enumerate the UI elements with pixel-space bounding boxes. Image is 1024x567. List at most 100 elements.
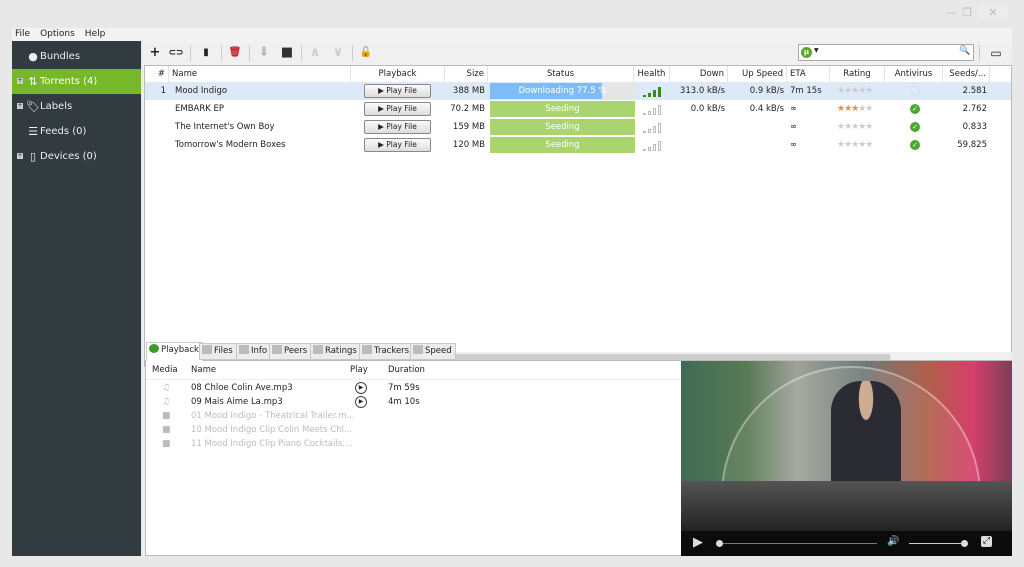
column-header-11[interactable]: Seeds/... [943,66,990,82]
column-media[interactable]: Media [152,365,178,375]
play-circle-button[interactable]: ▶ [355,382,367,394]
sidebar-item-labels[interactable]: + 🏷 Labels [12,94,141,119]
rating-stars[interactable]: ★★★★★ [837,82,873,100]
tab-peers[interactable]: Peers [269,343,312,360]
add-torrent-button[interactable]: + [147,45,163,61]
media-file-row[interactable]: ♫ 08 Chloe Colin Ave.mp3 ▶ 7m 59s [146,381,680,395]
down-speed: 0.0 kB/s [690,104,725,114]
sidebar-item-devices[interactable]: + ▯ Devices (0) [12,144,141,169]
torrent-row[interactable]: 1 Mood Indigo ▶ Play File 388 MB Downloa… [145,82,1011,100]
tab-ratings[interactable]: Ratings [310,343,361,360]
media-file-row[interactable]: ■ 11 Mood Indigo Clip Piano Cocktails...… [146,437,680,451]
expand-icon[interactable]: + [17,103,23,109]
column-play[interactable]: Play [350,365,368,375]
tab-speed[interactable]: Speed [410,343,456,360]
torrent-row[interactable]: The Internet's Own Boy ▶ Play File 159 M… [145,118,1011,136]
column-header-1[interactable]: Name [169,66,351,82]
volume-handle[interactable] [961,540,968,547]
expand-icon[interactable]: + [17,153,23,159]
expand-icon[interactable]: + [17,78,23,84]
play-file-button[interactable]: ▶ Play File [364,84,431,98]
column-header-4[interactable]: Status [488,66,634,82]
start-button[interactable]: ⬇ [256,45,272,61]
move-down-button[interactable]: ∨ [330,45,346,61]
utorrent-logo-icon[interactable]: µ [801,47,812,58]
rating-stars[interactable]: ★★★★★ [837,136,873,154]
sidebar-item-feeds[interactable]: ☰ Feeds (0) [12,119,141,144]
up-speed [728,118,784,136]
remove-button[interactable]: 🗑 [227,45,243,61]
menu-options[interactable]: Options [40,28,75,41]
column-header-2[interactable]: Playback [351,66,445,82]
restore-button[interactable]: ❐ [958,6,976,20]
column-header-10[interactable]: Antivirus [885,66,943,82]
divider [249,45,250,61]
media-file-row[interactable]: ■ 10 Mood Indigo Clip Colin Meets Chl... [146,423,680,437]
column-duration[interactable]: Duration [388,365,425,375]
column-header-3[interactable]: Size [445,66,488,82]
player-controls: ▶ 🔊 ⤢ [681,531,1012,556]
health-signal-icon [643,104,663,115]
rating-stars[interactable]: ★★★★★ [837,100,873,118]
seek-handle[interactable] [716,540,723,547]
column-header-0[interactable]: # [145,66,169,82]
torrent-row[interactable]: EMBARK EP ▶ Play File 70.2 MB Seeding 0.… [145,100,1011,118]
column-header-7[interactable]: Up Speed [728,66,787,82]
volume-slider[interactable] [909,543,964,544]
sidebar-item-label: Feeds (0) [40,126,87,137]
search-box[interactable]: µ ▼ 🔍 [798,44,974,61]
column-name[interactable]: Name [191,365,216,375]
row-number [145,118,166,136]
column-header-9[interactable]: Rating [830,66,885,82]
tab-info[interactable]: Info [236,343,272,360]
play-button[interactable]: ▶ [693,535,703,550]
media-file-row[interactable]: ♫ 09 Mais Aime La.mp3 ▶ 4m 10s [146,395,680,409]
ratings-icon [313,345,325,356]
chevron-down-icon[interactable]: ▼ [814,47,819,54]
tab-playback[interactable]: Playback [146,342,203,361]
peers-icon [272,345,284,356]
divider [352,45,353,61]
media-file-row[interactable]: ■ 01 Mood Indigo - Theatrical Trailer.m.… [146,409,680,423]
info-icon [239,345,251,356]
column-header-5[interactable]: Health [634,66,670,82]
seek-slider[interactable] [719,543,877,544]
remote-monitor-icon[interactable]: ▭ [988,45,1004,61]
video-camera-icon: ■ [162,439,171,449]
toolbar: + ⊂⊃ ▮ 🗑 ⬇ ■ ∧ ∨ 🔓 µ ▼ 🔍 ▭ [143,41,1012,65]
torrents-arrows-icon: ⇅ [28,75,38,88]
play-file-button[interactable]: ▶ Play File [364,102,431,116]
search-input[interactable] [823,46,953,59]
video-player[interactable]: ▶ 🔊 ⤢ [681,361,1012,556]
music-note-icon: ♫ [162,397,171,407]
tab-files[interactable]: Files [199,343,237,360]
tab-trackers[interactable]: Trackers [359,343,414,360]
play-file-button[interactable]: ▶ Play File [364,120,431,134]
play-circle-button[interactable]: ▶ [355,396,367,408]
unlock-icon[interactable]: 🔓 [358,45,374,61]
volume-icon[interactable]: 🔊 [887,536,899,547]
play-file-button[interactable]: ▶ Play File [364,138,431,152]
clock-icon [910,86,920,96]
search-icon[interactable]: 🔍 [959,46,970,56]
menu-help[interactable]: Help [85,28,106,41]
file-duration: 7m 59s [388,383,420,393]
fullscreen-button[interactable]: ⤢ [981,536,992,547]
torrent-size: 159 MB [452,122,485,132]
sidebar-item-bundles[interactable]: ● Bundles [12,44,141,69]
stop-button[interactable]: ■ [279,45,295,61]
sidebar-item-label: Bundles [40,51,81,62]
add-link-button[interactable]: ⊂⊃ [168,45,184,61]
close-button[interactable]: ✕ [978,6,1008,20]
row-number: 1 [160,86,166,96]
move-up-button[interactable]: ∧ [307,45,323,61]
column-header-6[interactable]: Down Speed [670,66,728,95]
torrent-row[interactable]: Tomorrow's Modern Boxes ▶ Play File 120 … [145,136,1011,154]
sidebar-item-torrents[interactable]: + ⇅ Torrents (4) [12,69,141,94]
create-torrent-button[interactable]: ▮ [198,45,214,61]
torrent-name: The Internet's Own Boy [175,122,275,132]
torrent-size: 120 MB [452,140,485,150]
rating-stars[interactable]: ★★★★★ [837,118,873,136]
menu-file[interactable]: File [15,28,30,41]
column-header-8[interactable]: ETA [787,66,830,82]
